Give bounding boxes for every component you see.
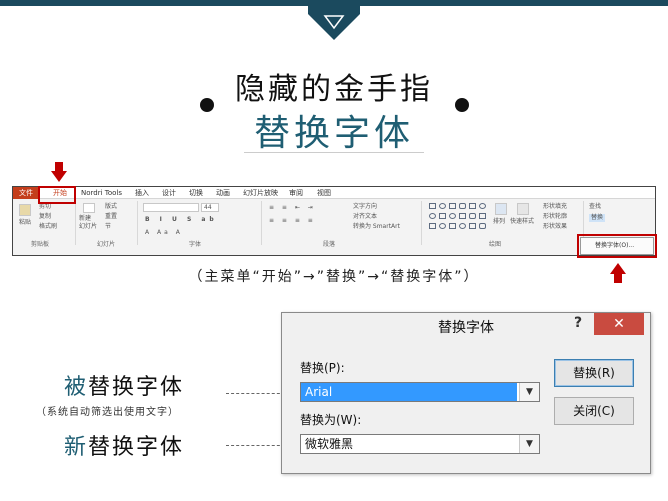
shape-icon[interactable]	[429, 203, 436, 209]
quick-styles-icon	[517, 203, 529, 215]
shape-icon[interactable]	[449, 203, 456, 209]
close-button[interactable]: 关闭(C)	[554, 397, 634, 425]
shape-icon[interactable]	[469, 223, 476, 229]
replace-button[interactable]: 替换(R)	[554, 359, 634, 387]
section-button[interactable]: 节	[105, 223, 111, 231]
shape-icon[interactable]	[449, 223, 456, 229]
page-subtitle: 替换字体	[253, 113, 414, 154]
ribbon-screenshot: 文件 开始 Nordri Tools 插入 设计 切换 动画 幻灯片放映 审阅 …	[12, 186, 656, 256]
shape-outline-button[interactable]: 形状轮廓	[543, 213, 567, 221]
chevron-down-icon[interactable]: ▼	[519, 435, 539, 453]
replace-font-select[interactable]: Arial ▼	[300, 382, 540, 402]
with-label: 替换为(W):	[300, 413, 362, 427]
align-icons: ≡ ≡ ≡ ≡	[269, 217, 316, 224]
tab-slideshow[interactable]: 幻灯片放映	[243, 188, 278, 198]
tab-insert[interactable]: 插入	[135, 188, 149, 198]
layout-button[interactable]: 版式	[105, 203, 117, 211]
format-painter-button[interactable]: 格式刷	[39, 223, 57, 231]
ribbon-separator	[137, 201, 138, 245]
help-icon[interactable]: ?	[574, 315, 582, 331]
tab-animations[interactable]: 动画	[216, 188, 230, 198]
tab-review[interactable]: 审阅	[289, 188, 303, 198]
smartart-button[interactable]: 转换为 SmartArt	[353, 223, 400, 231]
copy-button[interactable]: 复制	[39, 213, 51, 221]
shape-fill-button[interactable]: 形状填充	[543, 203, 567, 211]
shape-icon[interactable]	[479, 223, 486, 229]
replace-fonts-dialog: 替换字体 ? ✕ 替换(P): Arial ▼ 替换为(W): 微软雅黑 ▼ 替…	[281, 312, 651, 474]
tab-design[interactable]: 设计	[162, 188, 176, 198]
shape-icon[interactable]	[459, 223, 466, 229]
shape-icon[interactable]	[439, 213, 446, 219]
shape-icon[interactable]	[479, 213, 486, 219]
ribbon-separator	[75, 201, 76, 245]
replace-button[interactable]: 替换	[589, 214, 606, 222]
title-underline	[244, 152, 424, 153]
reset-button[interactable]: 重置	[105, 213, 117, 221]
page-title: 隐藏的金手指	[235, 72, 433, 107]
ribbon-separator	[421, 201, 422, 245]
list-icons: ≡ ≡ ⇤ ⇥	[269, 204, 316, 211]
shape-icon[interactable]	[459, 213, 466, 219]
tab-file[interactable]: 文件	[13, 187, 39, 199]
new-font-label: 新替换字体	[64, 429, 184, 461]
new-slide-button[interactable]: 新建 幻灯片	[79, 215, 97, 231]
font-name-box[interactable]	[143, 203, 199, 212]
replace-font-value: Arial	[301, 383, 517, 401]
shape-icon[interactable]	[439, 223, 446, 229]
font-size-value: 44	[204, 204, 212, 211]
menu-path-caption: （主菜单“开始”→”替换”→“替换字体”）	[188, 269, 480, 285]
with-font-value: 微软雅黑	[305, 437, 354, 451]
group-label-paragraph: 段落	[323, 241, 336, 248]
arrow-down-icon	[51, 162, 67, 182]
quick-styles-button[interactable]: 快速样式	[510, 218, 534, 226]
arrange-icon	[495, 203, 507, 215]
shape-icon[interactable]	[429, 213, 436, 219]
arrange-button[interactable]: 排列	[493, 218, 505, 226]
paste-icon	[19, 204, 31, 216]
find-button[interactable]: 查找	[589, 203, 601, 211]
shape-icon[interactable]	[439, 203, 446, 209]
group-label-slides: 幻灯片	[97, 241, 116, 248]
group-label-font: 字体	[189, 241, 202, 248]
with-font-select[interactable]: 微软雅黑 ▼	[300, 434, 540, 454]
replaced-font-note: （系统自动筛选出使用文字）	[36, 407, 179, 418]
ribbon-separator	[261, 201, 262, 245]
replace-label: 替换(P):	[300, 361, 345, 375]
group-label-drawing: 绘图	[489, 241, 502, 248]
cut-button[interactable]: 剪切	[39, 203, 51, 211]
replaced-font-prefix: 被	[64, 375, 89, 400]
font-size-box[interactable]: 44	[201, 203, 219, 212]
new-font-text: 替换字体	[88, 435, 185, 460]
highlight-replace-fonts	[577, 234, 657, 258]
shape-icon[interactable]	[469, 203, 476, 209]
shape-icon[interactable]	[429, 223, 436, 229]
group-label-clipboard: 剪贴板	[31, 241, 50, 248]
shape-icon[interactable]	[459, 203, 466, 209]
tab-view[interactable]: 视图	[317, 188, 331, 198]
close-icon[interactable]: ✕	[594, 313, 644, 335]
align-text-button[interactable]: 对齐文本	[353, 213, 377, 221]
font-color-icons: A Aa A	[145, 229, 183, 236]
banner-tab-icon	[308, 0, 360, 40]
shape-icon[interactable]	[469, 213, 476, 219]
paste-button[interactable]: 粘贴	[19, 219, 31, 227]
ribbon-tab-bar: 文件 开始 Nordri Tools 插入 设计 切换 动画 幻灯片放映 审阅 …	[13, 187, 655, 199]
new-font-prefix: 新	[64, 435, 89, 460]
chevron-down-icon[interactable]: ▼	[519, 383, 539, 401]
replaced-font-label: 被替换字体	[64, 369, 184, 401]
text-direction-button[interactable]: 文字方向	[353, 203, 377, 211]
shape-effects-button[interactable]: 形状效果	[543, 223, 567, 231]
shape-icon[interactable]	[449, 213, 456, 219]
new-slide-icon	[83, 203, 95, 213]
highlight-home-tab	[38, 186, 76, 204]
tab-transitions[interactable]: 切换	[189, 188, 203, 198]
shape-icon[interactable]	[479, 203, 486, 209]
replaced-font-text: 替换字体	[88, 375, 185, 400]
tab-nordri-tools[interactable]: Nordri Tools	[81, 188, 122, 198]
font-format-icons: B I U S ab	[145, 216, 218, 223]
